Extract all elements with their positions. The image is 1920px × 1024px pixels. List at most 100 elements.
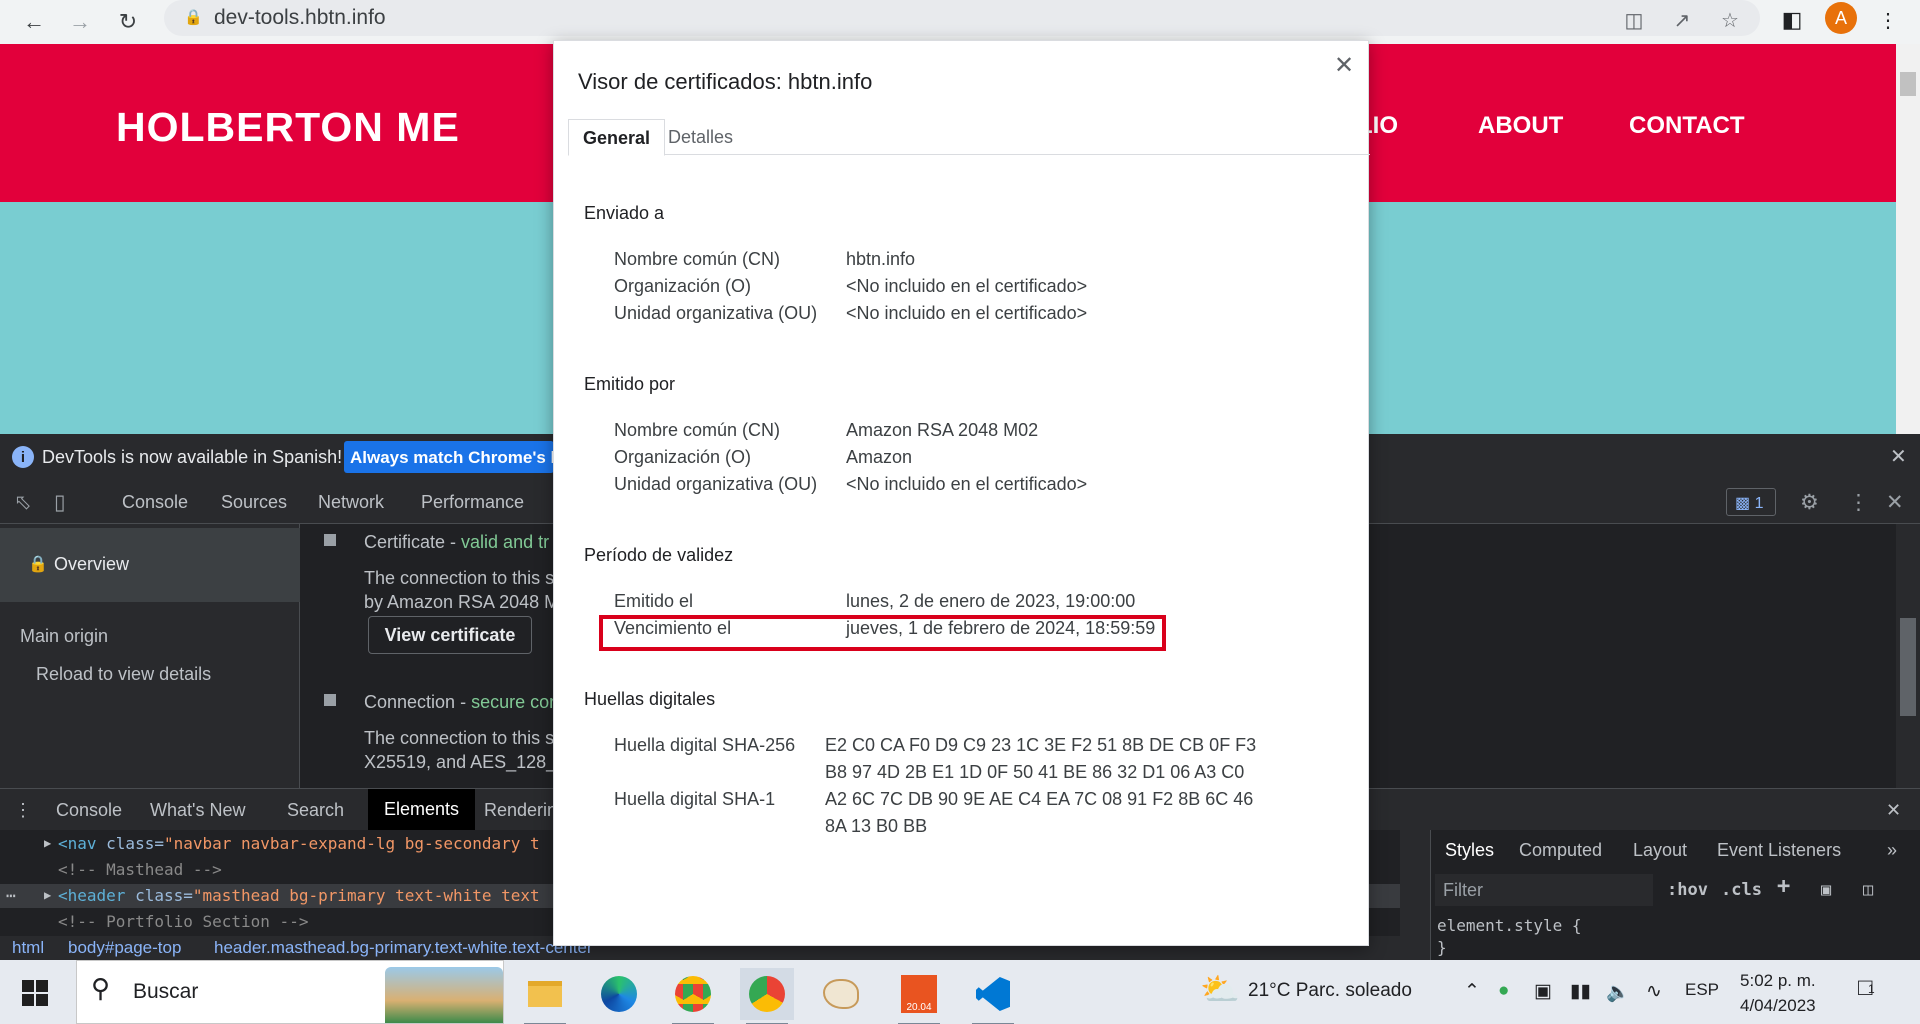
- forward-arrow-icon[interactable]: →: [62, 4, 98, 40]
- language-indicator[interactable]: ESP: [1685, 980, 1719, 1000]
- inspect-element-icon[interactable]: ⬁: [14, 490, 32, 515]
- conn-desc-1: The connection to this s: [364, 728, 555, 748]
- security-scrollbar[interactable]: [1896, 524, 1920, 788]
- conn-desc-2: X25519, and AES_128_G: [364, 752, 571, 772]
- elements-scrollbar[interactable]: [1400, 830, 1430, 936]
- element-style-rule[interactable]: element.style {: [1437, 916, 1582, 935]
- translate-icon[interactable]: ◫: [1618, 4, 1650, 36]
- tab-computed[interactable]: Computed: [1519, 840, 1602, 861]
- page-scrollbar[interactable]: [1896, 44, 1920, 434]
- cert-status: valid and tr: [461, 532, 550, 552]
- more-tabs-icon[interactable]: »: [1887, 840, 1897, 861]
- breadcrumb-html[interactable]: html: [12, 938, 44, 958]
- bookmark-star-icon[interactable]: ☆: [1714, 4, 1746, 36]
- chrome-logo: [749, 976, 785, 1012]
- notification-icon[interactable]: □ 1: [1858, 974, 1875, 1002]
- taskbar-search[interactable]: ⚲ Buscar: [76, 960, 504, 1024]
- breadcrumb-header[interactable]: header.masthead.bg-primary.text-white.te…: [214, 938, 593, 958]
- tree-comment[interactable]: <!-- Masthead -->: [58, 860, 222, 879]
- paint-palette-icon[interactable]: [814, 968, 868, 1020]
- device-toolbar-icon[interactable]: ▯: [54, 490, 66, 515]
- tab-event-listeners[interactable]: Event Listeners: [1717, 840, 1841, 861]
- scroll-thumb[interactable]: [1900, 72, 1916, 96]
- menu-kebab-icon[interactable]: ⋮: [1872, 4, 1904, 36]
- windows-start-icon[interactable]: [22, 980, 48, 1006]
- tab-styles[interactable]: Styles: [1445, 840, 1494, 861]
- share-icon[interactable]: ↗: [1666, 4, 1698, 36]
- battery-icon[interactable]: ▮▮: [1570, 980, 1591, 1003]
- lock-icon[interactable]: 🔒: [184, 8, 203, 26]
- system-clock[interactable]: 5:02 p. m. 4/04/2023: [1740, 968, 1816, 1018]
- settings-gear-icon[interactable]: ⚙: [1800, 490, 1819, 515]
- profile-avatar[interactable]: A: [1825, 2, 1857, 34]
- conn-status: secure cor: [471, 692, 556, 712]
- tag-name: <nav: [58, 834, 97, 853]
- more-dots-icon[interactable]: ⋯: [6, 886, 16, 905]
- url-text[interactable]: dev-tools.hbtn.info: [214, 6, 386, 30]
- site-brand[interactable]: HOLBERTON ME: [116, 104, 460, 151]
- clock-time: 5:02 p. m.: [1740, 971, 1816, 990]
- file-explorer-icon[interactable]: [518, 968, 572, 1024]
- drawer-tab-rendering[interactable]: Renderin: [484, 800, 557, 821]
- vscode-icon[interactable]: [966, 968, 1020, 1024]
- tray-chevron-icon[interactable]: ⌃: [1464, 980, 1480, 1003]
- hover-state-button[interactable]: :hov: [1667, 880, 1708, 900]
- breadcrumb-body[interactable]: body#page-top: [68, 938, 181, 958]
- drawer-tab-console[interactable]: Console: [56, 800, 122, 821]
- chrome-active-icon[interactable]: [740, 968, 794, 1024]
- dialog-tabs: General Detalles: [568, 119, 1370, 156]
- view-certificate-button[interactable]: View certificate: [368, 616, 532, 654]
- styles-filter-input[interactable]: Filter: [1435, 874, 1653, 906]
- tray-app-icon[interactable]: ●: [1498, 980, 1509, 1002]
- tab-network[interactable]: Network: [318, 492, 384, 513]
- expand-arrow-icon[interactable]: ▶: [44, 836, 51, 850]
- close-icon[interactable]: ✕: [1890, 444, 1907, 469]
- close-drawer-icon[interactable]: ✕: [1886, 800, 1901, 821]
- always-match-button[interactable]: Always match Chrome's l: [344, 441, 554, 473]
- expiration-highlight-box: [599, 615, 1166, 651]
- sidebar-toggle-icon[interactable]: ◫: [1863, 880, 1873, 900]
- tab-layout[interactable]: Layout: [1633, 840, 1687, 861]
- class-toggle-button[interactable]: .cls: [1721, 880, 1762, 900]
- drawer-tab-whats-new[interactable]: What's New: [150, 800, 245, 821]
- side-panel-icon[interactable]: ◧: [1776, 4, 1808, 36]
- virtualbox-vm-icon[interactable]: 20.04: [892, 968, 946, 1024]
- security-sidebar: 🔒 Overview Main origin Reload to view de…: [0, 524, 300, 788]
- weather-icon[interactable]: ⛅: [1200, 970, 1240, 1008]
- scroll-thumb[interactable]: [1900, 618, 1916, 716]
- nav-about-link[interactable]: ABOUT: [1478, 112, 1563, 140]
- reload-icon[interactable]: ↻: [110, 4, 146, 40]
- tab-console[interactable]: Console: [122, 492, 188, 513]
- paint-icon[interactable]: ▣: [1821, 880, 1831, 900]
- folder-shape: [528, 981, 562, 1007]
- field-value: 8A 13 B0 BB: [825, 816, 928, 836]
- tree-node-nav[interactable]: <nav class="navbar navbar-expand-lg bg-s…: [58, 834, 540, 853]
- drawer-menu-icon[interactable]: ⋮: [14, 800, 32, 821]
- wifi-icon[interactable]: ∿: [1646, 980, 1662, 1003]
- close-devtools-icon[interactable]: ✕: [1886, 490, 1904, 515]
- volume-icon[interactable]: 🔈: [1606, 980, 1630, 1004]
- nav-contact-link[interactable]: CONTACT: [1629, 112, 1745, 140]
- tab-sources[interactable]: Sources: [221, 492, 287, 513]
- issues-badge[interactable]: ▩ 1: [1726, 488, 1776, 516]
- chrome-profile-a-icon[interactable]: [666, 968, 720, 1024]
- tree-comment[interactable]: <!-- Portfolio Section -->: [58, 912, 308, 934]
- tray-device-icon[interactable]: ▣: [1534, 980, 1552, 1003]
- tab-details[interactable]: Detalles: [654, 119, 747, 156]
- tab-performance[interactable]: Performance: [421, 492, 524, 513]
- attr-name: class=: [96, 834, 164, 853]
- address-bar[interactable]: [164, 0, 1760, 36]
- reload-link[interactable]: Reload to view details: [36, 664, 211, 685]
- more-options-icon[interactable]: ⋮: [1848, 490, 1869, 515]
- expand-arrow-icon[interactable]: ▶: [44, 888, 51, 902]
- weather-text[interactable]: 21°C Parc. soleado: [1248, 980, 1412, 1002]
- add-rule-icon[interactable]: +: [1777, 874, 1790, 899]
- sidebar-item-overview[interactable]: 🔒 Overview: [0, 528, 300, 602]
- back-arrow-icon[interactable]: ←: [16, 4, 52, 40]
- close-icon[interactable]: ✕: [1334, 51, 1354, 80]
- drawer-tab-elements[interactable]: Elements: [368, 789, 476, 830]
- lock-icon: 🔒: [28, 556, 48, 573]
- edge-icon[interactable]: [592, 968, 646, 1020]
- drawer-tab-search[interactable]: Search: [287, 800, 344, 821]
- tab-general[interactable]: General: [568, 119, 666, 156]
